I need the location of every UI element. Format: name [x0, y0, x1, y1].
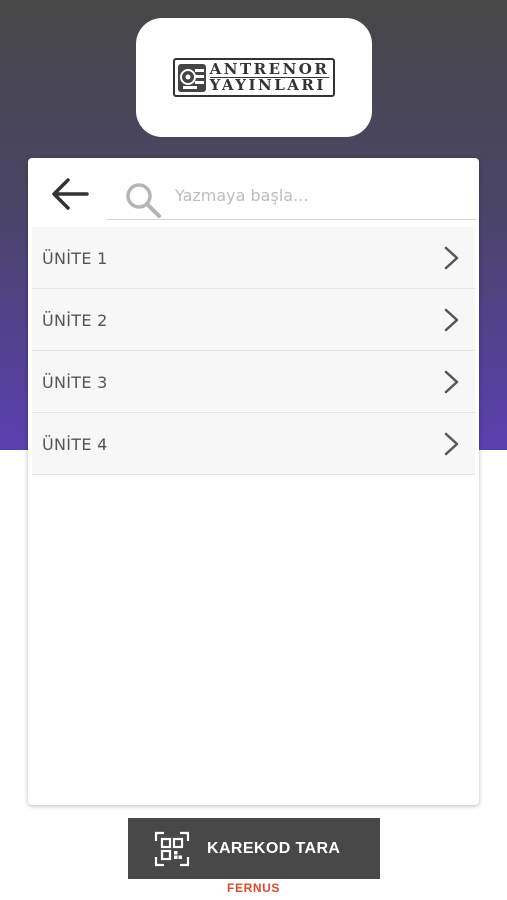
chevron-right-icon: [444, 246, 459, 270]
logo-emblem-icon: [177, 63, 206, 92]
list-item-unit-1[interactable]: ÜNİTE 1: [32, 227, 475, 289]
list-item-label: ÜNİTE 4: [42, 435, 108, 454]
arrow-left-icon: [52, 178, 89, 210]
chevron-right-icon: [444, 308, 459, 332]
qr-scan-icon: [154, 831, 190, 866]
unit-list-card: ÜNİTE 1 ÜNİTE 2 ÜNİTE 3 ÜNİTE 4: [28, 158, 479, 805]
unit-list: ÜNİTE 1 ÜNİTE 2 ÜNİTE 3 ÜNİTE 4: [32, 227, 475, 475]
search-input[interactable]: [175, 180, 465, 210]
qr-scan-button[interactable]: KAREKOD TARA: [128, 818, 380, 879]
list-item-unit-2[interactable]: ÜNİTE 2: [32, 289, 475, 351]
chevron-right-icon: [444, 370, 459, 394]
search-icon: [126, 183, 161, 218]
list-item-label: ÜNİTE 3: [42, 373, 108, 392]
search-bar: [107, 170, 476, 220]
qr-scan-label: KAREKOD TARA: [207, 839, 341, 857]
fernus-brand: FERNUS: [227, 881, 280, 895]
list-item-label: ÜNİTE 1: [42, 249, 108, 268]
logo-line-2: YAYINLARI: [209, 77, 330, 93]
list-item-label: ÜNİTE 2: [42, 311, 108, 330]
list-item-unit-4[interactable]: ÜNİTE 4: [32, 413, 475, 475]
back-button[interactable]: [48, 172, 92, 216]
logo-card: ANTRENOR YAYINLARI: [136, 18, 372, 137]
chevron-right-icon: [444, 432, 459, 456]
logo-line-1: ANTRENOR: [209, 60, 330, 78]
antrenor-logo: ANTRENOR YAYINLARI: [172, 58, 336, 97]
list-item-unit-3[interactable]: ÜNİTE 3: [32, 351, 475, 413]
